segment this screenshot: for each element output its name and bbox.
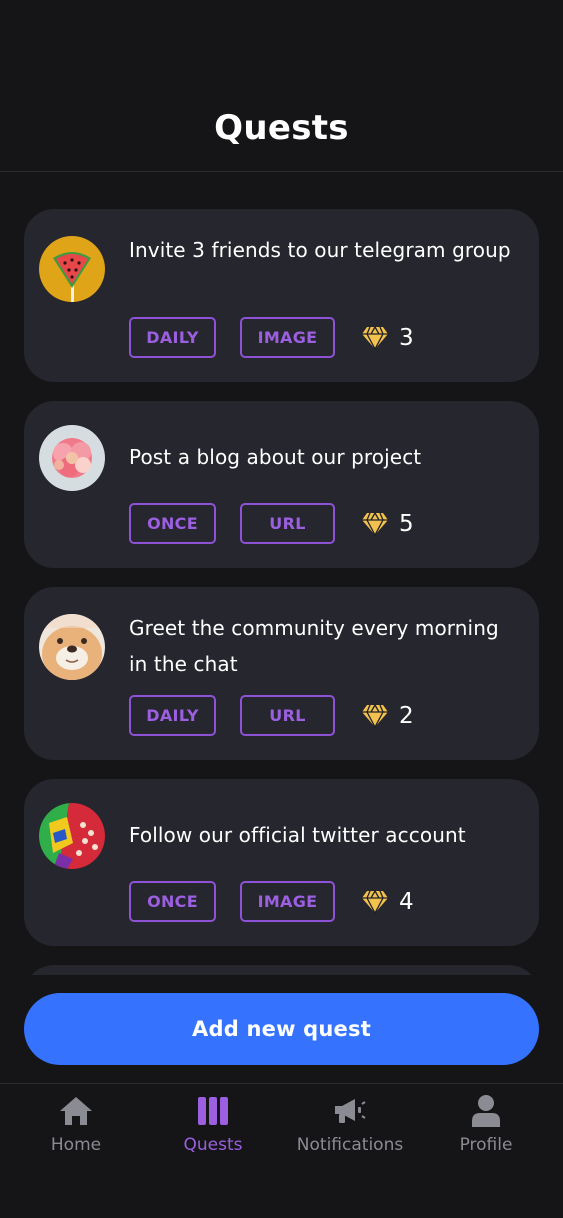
frequency-tag: ONCE (129, 881, 216, 922)
reward: 2 (361, 703, 414, 729)
frequency-tag: DAILY (129, 317, 216, 358)
quest-avatar (39, 236, 105, 302)
add-quest-button[interactable]: Add new quest (24, 993, 539, 1065)
quest-avatar (39, 803, 105, 869)
reward: 5 (361, 511, 414, 537)
frequency-tag: ONCE (129, 503, 216, 544)
quest-tags: ONCE URL 5 (129, 503, 414, 544)
diamond-icon (361, 511, 389, 537)
header-bar: Quests (0, 0, 563, 172)
nav-item-profile[interactable]: Profile (416, 1084, 556, 1174)
quest-avatar (39, 425, 105, 491)
reward-value: 4 (399, 888, 414, 915)
quest-title: Greet the community every morning in the… (129, 616, 499, 676)
quest-card[interactable]: Follow our official twitter account ONCE… (24, 779, 539, 946)
nav-item-notifications[interactable]: Notifications (280, 1084, 420, 1174)
nav-item-quests[interactable]: Quests (143, 1084, 283, 1174)
megaphone-icon (333, 1094, 367, 1128)
nav-label: Home (50, 1135, 102, 1155)
type-tag: IMAGE (240, 317, 335, 358)
bottom-nav: Home Quests Notifications Profile (0, 1083, 563, 1218)
quest-tags: ONCE IMAGE 4 (129, 881, 414, 922)
quest-title: Follow our official twitter account (129, 823, 466, 847)
reward: 4 (361, 889, 414, 915)
reward: 3 (361, 325, 414, 351)
diamond-icon (361, 703, 389, 729)
quest-avatar (39, 614, 105, 680)
frequency-tag: DAILY (129, 695, 216, 736)
type-tag: URL (240, 503, 335, 544)
home-icon (59, 1094, 93, 1128)
diamond-icon (361, 889, 389, 915)
person-icon (469, 1094, 503, 1128)
nav-label: Quests (183, 1135, 243, 1155)
quest-card-partial[interactable] (24, 965, 539, 975)
quest-card[interactable]: Post a blog about our project ONCE URL 5 (24, 401, 539, 568)
page-title: Quests (214, 108, 349, 148)
nav-item-home[interactable]: Home (6, 1084, 146, 1174)
quest-card[interactable]: Greet the community every morning in the… (24, 587, 539, 760)
quest-title: Post a blog about our project (129, 445, 422, 469)
reward-value: 2 (399, 702, 414, 729)
reward-value: 5 (399, 510, 414, 537)
type-tag: URL (240, 695, 335, 736)
diamond-icon (361, 325, 389, 351)
nav-label: Notifications (296, 1135, 404, 1155)
quest-title: Invite 3 friends to our telegram group (129, 238, 511, 262)
reward-value: 3 (399, 324, 414, 351)
quest-tags: DAILY IMAGE 3 (129, 317, 414, 358)
nav-label: Profile (459, 1135, 513, 1155)
quest-tags: DAILY URL 2 (129, 695, 414, 736)
quests-icon (196, 1094, 230, 1128)
quest-list[interactable]: Invite 3 friends to our telegram group D… (0, 173, 563, 975)
type-tag: IMAGE (240, 881, 335, 922)
quest-card[interactable]: Invite 3 friends to our telegram group D… (24, 209, 539, 382)
